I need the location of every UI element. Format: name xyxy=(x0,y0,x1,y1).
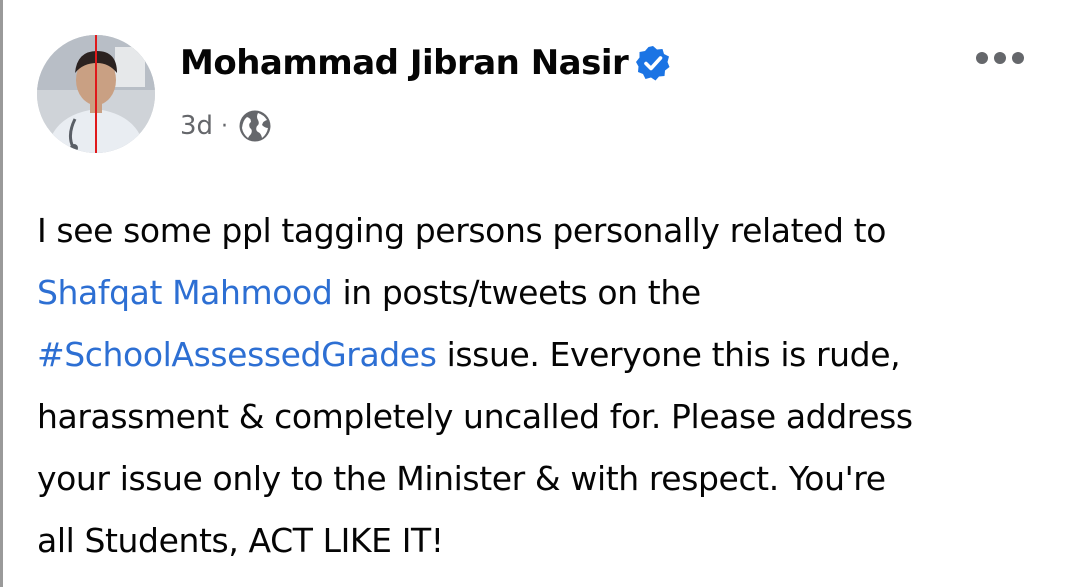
post-meta: 3d · xyxy=(180,106,272,146)
avatar-photo xyxy=(37,35,155,153)
avatar[interactable] xyxy=(37,35,155,153)
meta-separator: · xyxy=(221,113,229,139)
post-line-2-text: in posts/tweets on the xyxy=(332,273,701,312)
post-line-3-text: issue. Everyone this is rude, xyxy=(436,335,901,374)
post-line-3: #SchoolAssessedGrades issue. Everyone th… xyxy=(37,324,1057,386)
more-options-button[interactable] xyxy=(970,40,1030,76)
post-line-6: all Students, ACT LIKE IT! xyxy=(37,521,444,560)
globe-icon[interactable] xyxy=(238,109,272,143)
post-line-1: I see some ppl tagging persons personall… xyxy=(37,211,886,250)
facebook-post: Mohammad Jibran Nasir 3d · I see some pp… xyxy=(0,0,1080,587)
verified-badge-icon xyxy=(636,46,670,81)
post-line-2: Shafqat Mahmood in posts/tweets on the xyxy=(37,262,1057,324)
author-name[interactable]: Mohammad Jibran Nasir xyxy=(180,42,629,84)
post-line-4: harassment & completely uncalled for. Pl… xyxy=(37,397,913,436)
more-options-icon xyxy=(976,52,1024,64)
post-body: I see some ppl tagging persons personall… xyxy=(37,200,1057,572)
hashtag-link[interactable]: #SchoolAssessedGrades xyxy=(37,335,437,374)
mention-link[interactable]: Shafqat Mahmood xyxy=(37,273,333,312)
post-line-5: your issue only to the Minister & with r… xyxy=(37,459,886,498)
post-timestamp[interactable]: 3d xyxy=(180,106,213,146)
window-edge xyxy=(0,0,3,587)
